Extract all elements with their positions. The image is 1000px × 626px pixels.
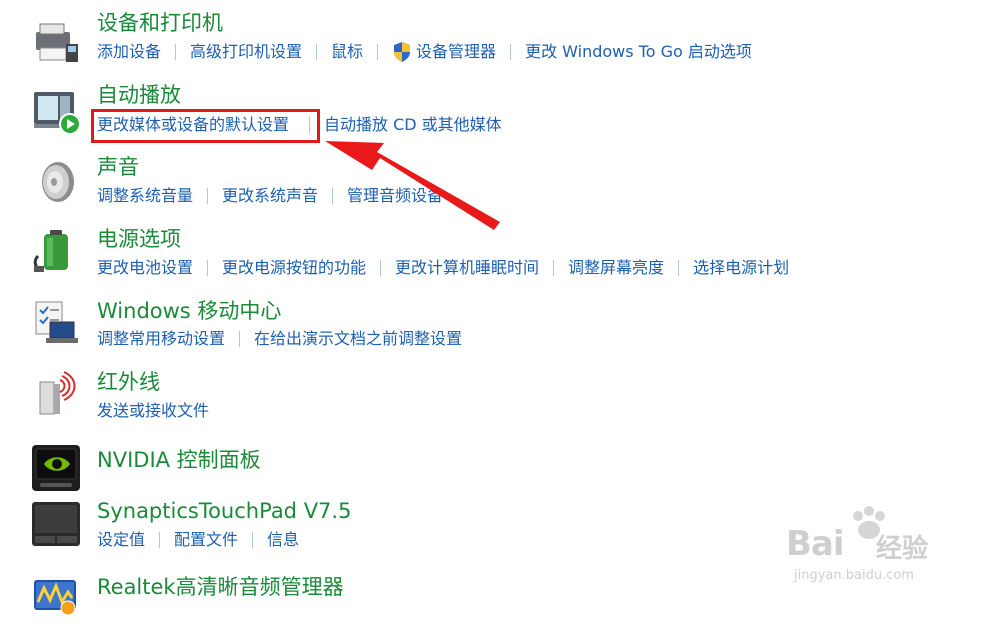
watermark-brand: Bai (786, 524, 845, 564)
watermark-brand2: 经验 (876, 534, 929, 564)
watermark-url: jingyan.baidu.com (794, 568, 914, 583)
baidu-watermark: Bai 经验 jingyan.baidu.com (758, 506, 938, 596)
